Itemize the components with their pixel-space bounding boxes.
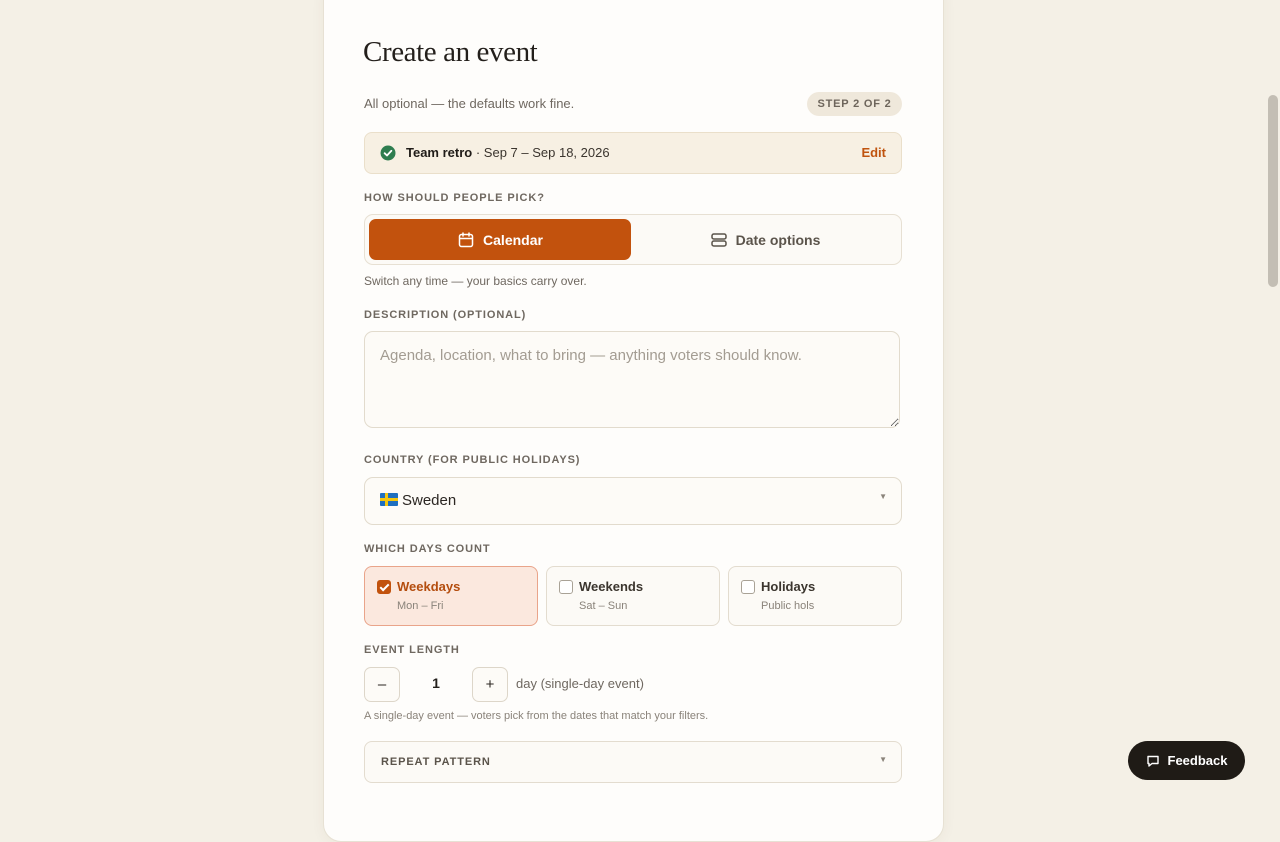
calendar-icon <box>458 231 474 247</box>
event-length-label: EVENT LENGTH <box>364 644 460 656</box>
chat-icon <box>1146 755 1159 767</box>
summary-text: Team retro · Sep 7 – Sep 18, 2026 <box>406 145 610 160</box>
weekends-title: Weekends <box>579 579 644 594</box>
weekdays-option[interactable]: Weekdays Mon – Fri <box>364 566 538 626</box>
event-name: Team retro <box>406 145 473 160</box>
calendar-mode-label: Calendar <box>483 231 543 248</box>
pick-mode-label: HOW SHOULD PEOPLE PICK? <box>364 192 545 204</box>
pick-mode-hint: Switch any time — your basics carry over… <box>364 274 587 288</box>
weekdays-checkbox[interactable] <box>377 580 391 594</box>
chevron-down-icon: ▼ <box>879 492 887 501</box>
weekdays-title: Weekdays <box>397 579 461 594</box>
holidays-title: Holidays <box>761 579 816 594</box>
pick-mode-toggle: Calendar Date options <box>364 214 902 265</box>
country-select[interactable]: Sweden ▼ <box>364 477 902 525</box>
holidays-option[interactable]: Holidays Public hols <box>728 566 902 626</box>
country-value: Sweden <box>402 492 457 509</box>
description-input[interactable] <box>364 331 900 428</box>
sweden-flag-icon <box>380 493 398 506</box>
weekends-checkbox[interactable] <box>559 580 573 594</box>
feedback-button[interactable]: Feedback <box>1128 741 1245 780</box>
date-options-mode-label: Date options <box>735 231 821 248</box>
holidays-subtitle: Public hols <box>761 600 815 612</box>
event-summary: Team retro · Sep 7 – Sep 18, 2026 Edit <box>364 132 902 174</box>
repeat-pattern-dropdown[interactable]: REPEAT PATTERN ▼ <box>364 741 902 783</box>
event-length-value[interactable]: 1 <box>401 675 471 691</box>
event-length-unit: day (single-day event) <box>516 676 644 691</box>
check-circle-icon <box>380 145 396 161</box>
calendar-mode-button[interactable]: Calendar <box>369 219 631 260</box>
list-icon <box>710 232 727 247</box>
chevron-down-icon: ▼ <box>879 755 887 764</box>
page-title: Create an event <box>363 36 538 68</box>
description-label: DESCRIPTION (OPTIONAL) <box>364 309 527 321</box>
weekends-subtitle: Sat – Sun <box>579 600 628 612</box>
step-badge: STEP 2 OF 2 <box>807 92 902 116</box>
scrollbar-thumb[interactable] <box>1268 95 1278 287</box>
event-length-hint: A single-day event — voters pick from th… <box>364 710 709 722</box>
weekdays-subtitle: Mon – Fri <box>397 600 444 612</box>
feedback-label: Feedback <box>1167 753 1228 768</box>
page-subtitle: All optional — the defaults work fine. <box>364 96 575 111</box>
date-options-mode-button[interactable]: Date options <box>633 219 897 260</box>
weekends-option[interactable]: Weekends Sat – Sun <box>546 566 720 626</box>
increment-button[interactable]: + <box>472 667 508 702</box>
decrement-button[interactable]: – <box>364 667 400 702</box>
edit-button[interactable]: Edit <box>861 145 886 160</box>
event-date-range: Sep 7 – Sep 18, 2026 <box>483 145 610 160</box>
repeat-pattern-label: REPEAT PATTERN <box>381 756 491 768</box>
summary-separator: · <box>472 145 484 160</box>
scrollbar[interactable] <box>1266 0 1280 800</box>
country-label: COUNTRY (FOR PUBLIC HOLIDAYS) <box>364 454 581 466</box>
holidays-checkbox[interactable] <box>741 580 755 594</box>
days-label: WHICH DAYS COUNT <box>364 543 491 555</box>
